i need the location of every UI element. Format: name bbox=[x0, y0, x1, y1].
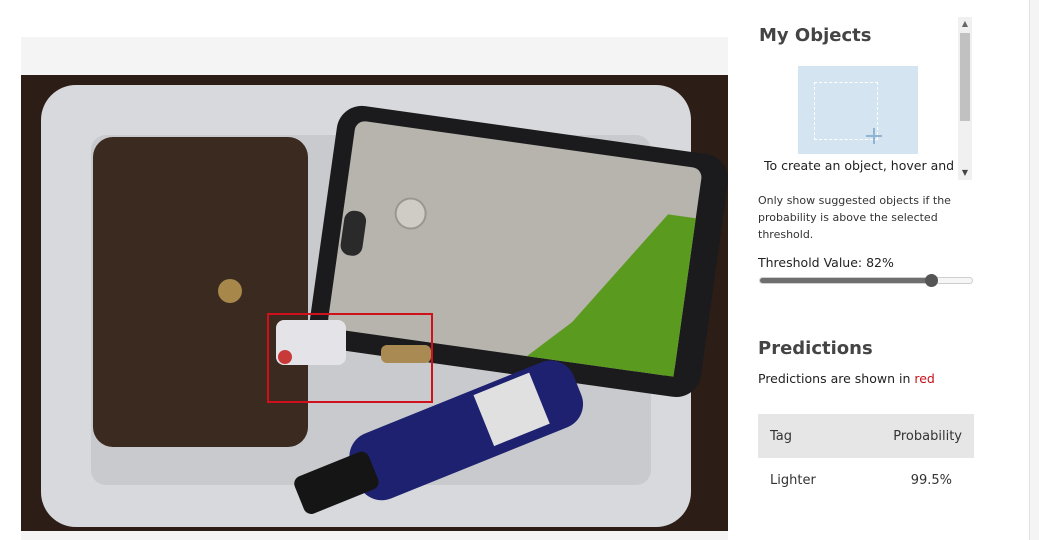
create-object-hint: To create an object, hover and bbox=[764, 158, 955, 173]
analyzed-photo[interactable] bbox=[21, 75, 728, 531]
threshold-note: Only show suggested objects if the proba… bbox=[758, 194, 951, 241]
objects-scrollbar[interactable]: ▲ ▼ bbox=[958, 17, 972, 180]
scroll-up-arrow-icon[interactable]: ▲ bbox=[958, 17, 972, 31]
image-footer-strip bbox=[21, 531, 728, 540]
window-edge bbox=[1029, 0, 1039, 540]
predictions-subtitle-text: Predictions are shown in bbox=[758, 371, 915, 386]
my-objects-title: My Objects bbox=[759, 25, 872, 46]
threshold-slider[interactable] bbox=[759, 274, 973, 287]
threshold-label: Threshold Value: 82% bbox=[758, 255, 894, 270]
probability-column-header: Probability bbox=[893, 428, 962, 444]
scroll-thumb[interactable] bbox=[960, 33, 970, 121]
create-object-tile[interactable] bbox=[798, 66, 918, 154]
predictions-color-word: red bbox=[914, 371, 935, 386]
scroll-down-arrow-icon[interactable]: ▼ bbox=[958, 166, 972, 180]
prediction-probability: 99.5% bbox=[910, 472, 952, 488]
my-objects-panel: My Objects To create an object, hover an… bbox=[758, 18, 963, 180]
predictions-table-header: Tag Probability bbox=[758, 414, 974, 458]
prediction-bounding-box[interactable] bbox=[267, 313, 433, 403]
photo-scene bbox=[21, 75, 728, 531]
threshold-slider-thumb[interactable] bbox=[925, 274, 938, 287]
predictions-title: Predictions bbox=[758, 338, 873, 359]
predictions-subtitle: Predictions are shown in red bbox=[758, 371, 935, 386]
tag-column-header: Tag bbox=[770, 428, 793, 444]
image-header-strip bbox=[21, 37, 728, 75]
predictions-table: Tag Probability Lighter 99.5% bbox=[758, 414, 974, 502]
table-row[interactable]: Lighter 99.5% bbox=[758, 458, 974, 502]
plus-icon bbox=[866, 128, 882, 144]
threshold-slider-fill bbox=[760, 278, 932, 283]
prediction-tag: Lighter bbox=[770, 472, 816, 488]
